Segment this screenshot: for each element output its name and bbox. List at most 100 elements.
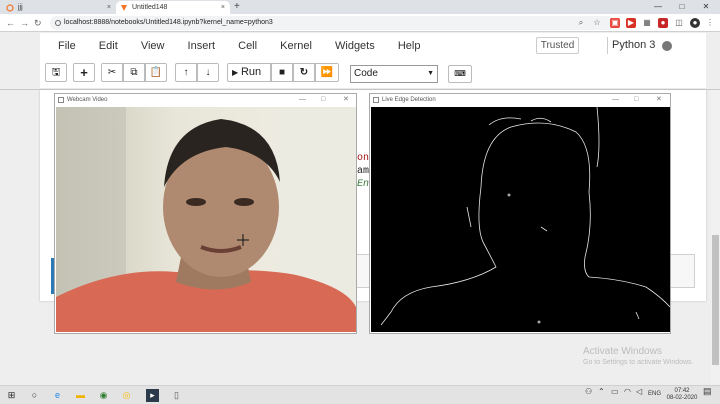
tab-label: jjj (18, 4, 23, 11)
url-field[interactable]: localhost:8888/notebooks/Untitled148.ipy… (50, 16, 615, 30)
network-icon[interactable]: ◠ (624, 388, 631, 396)
scrollbar-thumb[interactable] (712, 235, 719, 365)
window-close-button[interactable]: ✕ (656, 94, 662, 106)
webcam-video-window[interactable]: Webcam Video — □ ✕ (54, 93, 357, 334)
code-fragment: am (357, 166, 370, 177)
reload-button[interactable]: ↻ (34, 16, 42, 30)
edge-browser-icon[interactable]: e (51, 389, 64, 402)
people-icon[interactable]: ⚇ (585, 388, 592, 396)
app-icon[interactable]: ◉ (97, 389, 110, 402)
move-down-button[interactable]: ↓ (197, 63, 219, 82)
window-maximize-button[interactable]: □ (634, 94, 638, 106)
chrome-icon[interactable]: ◎ (120, 389, 133, 402)
document-icon[interactable]: ▯ (170, 389, 183, 402)
window-minimize-button[interactable]: — (612, 94, 619, 106)
cut-button[interactable]: ✂ (101, 63, 123, 82)
copy-button[interactable]: ⧉ (123, 63, 145, 82)
activate-windows-title: Activate Windows (583, 346, 662, 357)
window-close-button[interactable]: ✕ (343, 94, 349, 106)
browser-tab-jjj[interactable]: jjj × (2, 1, 116, 14)
start-button[interactable]: ⊞ (5, 389, 18, 402)
keyboard-shortcuts-button[interactable]: ⌨ (448, 65, 472, 83)
windows-taskbar: ⊞ ○ e ▬ ◉ ◎ ▸ ▯ ⚇ ⌃ ▭ ◠ ◁ ENG 07:42 08-0… (0, 385, 720, 404)
window-maximize-button[interactable]: □ (670, 0, 694, 14)
window-close-button[interactable]: ✕ (694, 0, 718, 14)
edge-frame (371, 107, 670, 332)
run-button[interactable]: ▶ Run (227, 63, 271, 82)
tab-close-icon[interactable]: × (107, 1, 111, 14)
window-minimize-button[interactable]: — (646, 0, 670, 14)
extension-icon[interactable]: ● (658, 18, 668, 28)
restart-run-all-button[interactable]: ⏩ (315, 63, 339, 82)
code-fragment: En (357, 179, 370, 190)
window-title: Webcam Video (67, 97, 108, 103)
menu-edit[interactable]: Edit (99, 40, 118, 52)
run-icon: ▶ (232, 68, 239, 77)
more-menu-icon[interactable]: ⋮ (705, 18, 715, 28)
browser-tab-untitled148[interactable]: Untitled148 × (116, 1, 230, 14)
window-minimize-button[interactable]: — (299, 94, 306, 106)
menu-insert[interactable]: Insert (188, 40, 216, 52)
menu-widgets[interactable]: Widgets (335, 40, 375, 52)
info-icon[interactable] (55, 20, 61, 26)
jupyter-icon (120, 4, 128, 12)
page-scrollbar[interactable] (711, 90, 720, 385)
extension-icon[interactable]: ▦ (642, 18, 652, 28)
code-fragment: on (357, 153, 370, 164)
restart-button[interactable]: ↻ (293, 63, 315, 82)
clock[interactable]: 07:42 08-02-2020 (666, 388, 698, 402)
volume-icon[interactable]: ◁ (636, 388, 642, 396)
window-maximize-button[interactable]: □ (321, 94, 325, 106)
window-title: Live Edge Detection (382, 97, 436, 103)
cell-type-select[interactable]: Code ▼ (350, 65, 438, 83)
menu-help[interactable]: Help (398, 40, 421, 52)
live-edge-detection-window[interactable]: Live Edge Detection — □ ✕ (369, 93, 671, 334)
show-hidden-icons[interactable]: ⌃ (598, 388, 605, 396)
activate-windows-subtitle: Go to Settings to activate Windows. (583, 359, 694, 366)
search-icon[interactable]: ○ (28, 389, 41, 402)
kernel-name[interactable]: Python 3 (607, 37, 655, 54)
menu-kernel[interactable]: Kernel (280, 40, 312, 52)
tab-label: Untitled148 (132, 4, 168, 11)
search-icon[interactable]: ⌕ (576, 18, 586, 28)
file-explorer-icon[interactable]: ▬ (74, 389, 87, 402)
notebook-menu-bar: File Edit View Insert Cell Kernel Widget… (58, 40, 440, 54)
address-bar: ← → ↻ localhost:8888/notebooks/Untitled1… (0, 14, 720, 32)
menu-cell[interactable]: Cell (238, 40, 257, 52)
menu-file[interactable]: File (58, 40, 76, 52)
trusted-badge[interactable]: Trusted (536, 37, 579, 54)
kernel-status-indicator (662, 41, 672, 51)
browser-tab-bar: jjj × Untitled148 × + — □ ✕ (0, 0, 720, 14)
extension-icon[interactable]: ▶ (626, 18, 636, 28)
window-title-bar[interactable]: Webcam Video — □ ✕ (55, 94, 356, 106)
webcam-frame (56, 107, 356, 332)
stop-button[interactable]: ■ (271, 63, 293, 82)
paste-button[interactable]: 📋 (145, 63, 167, 82)
cell-type-value: Code (354, 68, 378, 79)
clock-time: 07:42 (674, 388, 690, 394)
forward-button[interactable]: → (20, 16, 29, 30)
jupyter-page: File Edit View Insert Cell Kernel Widget… (0, 33, 720, 385)
run-label: Run (240, 66, 262, 78)
language-indicator[interactable]: ENG (648, 391, 661, 398)
battery-icon[interactable]: ▭ (611, 388, 619, 396)
move-up-button[interactable]: ↑ (175, 63, 197, 82)
save-button[interactable]: 🖫 (45, 63, 67, 82)
extension-icon[interactable]: ▣ (610, 18, 620, 28)
edge-image (380, 107, 670, 326)
chevron-down-icon: ▼ (427, 70, 434, 77)
python-icon[interactable]: ▸ (146, 389, 159, 402)
add-cell-button[interactable]: + (73, 63, 95, 82)
new-tab-button[interactable]: + (234, 0, 240, 14)
extension-icon[interactable]: ◫ (674, 18, 684, 28)
back-button[interactable]: ← (6, 16, 15, 30)
profile-avatar[interactable]: ● (690, 18, 700, 28)
webcam-image (56, 107, 356, 332)
notifications-icon[interactable]: ▤ (703, 387, 712, 396)
menu-view[interactable]: View (141, 40, 165, 52)
clock-date: 08-02-2020 (666, 395, 698, 401)
window-title-bar[interactable]: Live Edge Detection — □ ✕ (370, 94, 670, 106)
tab-close-icon[interactable]: × (221, 1, 225, 14)
window-icon (373, 97, 379, 103)
star-icon[interactable]: ☆ (592, 18, 602, 28)
